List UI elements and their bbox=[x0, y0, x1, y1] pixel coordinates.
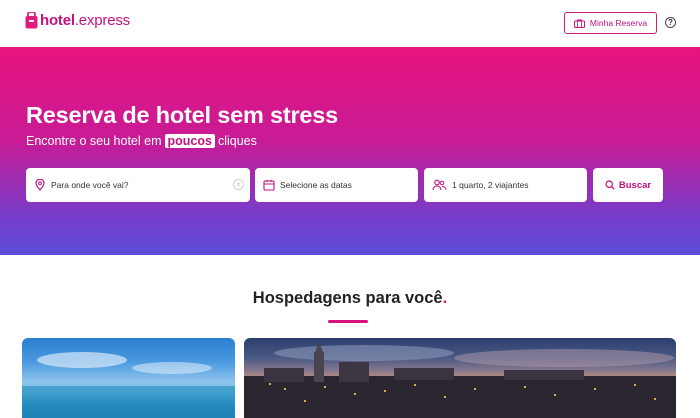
suitcase-logo-icon bbox=[25, 12, 38, 29]
search-button-label: Buscar bbox=[618, 179, 652, 191]
destination-placeholder: Para onde você vai? bbox=[51, 180, 129, 190]
suitcase-icon bbox=[573, 19, 585, 28]
close-circle-icon[interactable]: × bbox=[233, 179, 244, 190]
my-reservation-button[interactable]: Minha Reserva bbox=[564, 12, 657, 34]
section-title-dot: . bbox=[442, 289, 448, 307]
subtitle-highlight: poucos bbox=[164, 134, 215, 148]
brand-logo[interactable]: hotel.express bbox=[25, 12, 130, 29]
users-icon bbox=[432, 179, 447, 191]
top-header: hotel.express Minha Reserva ? bbox=[0, 0, 700, 47]
subtitle-before: Encontre o seu hotel em bbox=[26, 134, 162, 148]
guests-selector[interactable]: 1 quarto, 2 viajantes bbox=[424, 168, 587, 202]
location-pin-icon bbox=[34, 179, 46, 191]
accommodation-card-beach[interactable] bbox=[22, 338, 235, 418]
calendar-icon bbox=[263, 179, 275, 191]
search-icon bbox=[605, 180, 615, 190]
destination-input[interactable]: Para onde você vai? × bbox=[26, 168, 250, 202]
accommodation-card-city[interactable] bbox=[244, 338, 676, 418]
section-underline bbox=[328, 320, 368, 323]
my-reservation-label: Minha Reserva bbox=[589, 18, 648, 28]
dates-label: Selecione as datas bbox=[280, 180, 352, 190]
logo-text: hotel.express bbox=[40, 12, 130, 29]
hero-banner: Reserva de hotel sem stress Encontre o s… bbox=[0, 47, 700, 255]
hero-subtitle: Encontre o seu hotel em poucos cliques bbox=[26, 134, 257, 148]
hero-title: Reserva de hotel sem stress bbox=[26, 102, 339, 128]
date-picker[interactable]: Selecione as datas bbox=[255, 168, 418, 202]
beach-image bbox=[22, 352, 235, 418]
logo-brand: hotel bbox=[40, 12, 75, 29]
logo-suffix: .express bbox=[74, 12, 130, 29]
section-title: Hospedagens para você. bbox=[0, 289, 700, 308]
search-button[interactable]: Buscar bbox=[593, 168, 663, 202]
city-image bbox=[244, 342, 676, 418]
section-title-text: Hospedagens para você bbox=[252, 289, 443, 307]
subtitle-after: cliques bbox=[217, 134, 257, 148]
help-icon[interactable]: ? bbox=[665, 17, 676, 28]
guests-label: 1 quarto, 2 viajantes bbox=[452, 180, 529, 190]
